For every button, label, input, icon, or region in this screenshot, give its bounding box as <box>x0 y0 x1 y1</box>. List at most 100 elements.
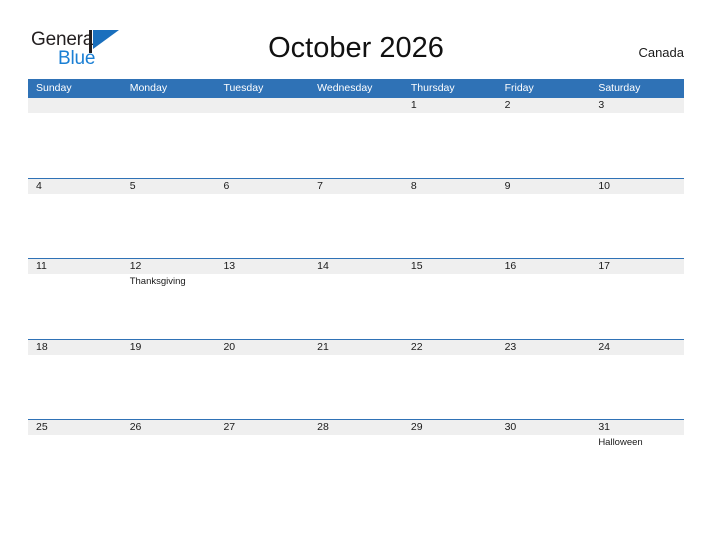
day-number[interactable]: 2 <box>497 98 591 113</box>
day-number[interactable]: 15 <box>403 259 497 274</box>
day-number[interactable]: 24 <box>590 340 684 355</box>
day-cell[interactable] <box>403 274 497 338</box>
day-number[interactable]: 5 <box>122 179 216 194</box>
day-number[interactable]: 30 <box>497 420 591 435</box>
week-daynumber-band: 4 5 6 7 8 9 10 <box>28 178 684 194</box>
day-number[interactable]: 17 <box>590 259 684 274</box>
week-row: 25 26 27 28 29 30 31 Halloween <box>28 419 684 500</box>
day-cell[interactable] <box>309 355 403 419</box>
day-number[interactable] <box>215 98 309 113</box>
day-number[interactable]: 11 <box>28 259 122 274</box>
page-title: October 2026 <box>268 32 444 64</box>
calendar-grid: Sunday Monday Tuesday Wednesday Thursday… <box>28 79 684 500</box>
weekday-header-sunday: Sunday <box>36 82 72 94</box>
day-cell[interactable] <box>28 355 122 419</box>
week-event-band <box>28 354 684 419</box>
day-cell[interactable] <box>403 113 497 177</box>
day-cell[interactable] <box>309 435 403 499</box>
day-cell[interactable] <box>403 355 497 419</box>
day-number[interactable]: 4 <box>28 179 122 194</box>
day-number[interactable]: 31 <box>590 420 684 435</box>
day-number[interactable]: 26 <box>122 420 216 435</box>
day-cell[interactable] <box>215 113 309 177</box>
day-number[interactable]: 8 <box>403 179 497 194</box>
week-daynumber-band: 18 19 20 21 22 23 24 <box>28 339 684 355</box>
week-event-band: Halloween <box>28 435 684 499</box>
day-number[interactable] <box>309 98 403 113</box>
day-cell[interactable] <box>403 194 497 258</box>
day-cell[interactable] <box>122 113 216 177</box>
weekday-header-saturday: Saturday <box>598 82 641 94</box>
day-cell[interactable] <box>122 194 216 258</box>
week-row: 1 2 3 <box>28 97 684 178</box>
week-daynumber-band: 11 12 13 14 15 16 17 <box>28 259 684 274</box>
event-label: Halloween <box>598 437 643 448</box>
day-number[interactable]: 25 <box>28 420 122 435</box>
day-number[interactable]: 1 <box>403 98 497 113</box>
day-cell[interactable] <box>497 355 591 419</box>
weekday-header-friday: Friday <box>504 82 534 94</box>
day-number[interactable]: 20 <box>215 340 309 355</box>
day-cell[interactable] <box>215 435 309 499</box>
day-number[interactable]: 21 <box>309 340 403 355</box>
day-number[interactable] <box>28 98 122 113</box>
page-header: General Blue October 2026 Canada <box>0 0 712 76</box>
week-row: 18 19 20 21 22 23 24 <box>28 338 684 420</box>
day-cell[interactable] <box>122 435 216 499</box>
week-event-band: Thanksgiving <box>28 274 684 338</box>
day-number[interactable]: 12 <box>122 259 216 274</box>
week-row: 11 12 13 14 15 16 17 Thanksgiving <box>28 258 684 339</box>
weekday-header-monday: Monday <box>129 82 168 94</box>
day-cell[interactable] <box>309 194 403 258</box>
day-cell[interactable] <box>309 274 403 338</box>
day-cell[interactable] <box>590 194 684 258</box>
day-cell[interactable] <box>497 435 591 499</box>
day-number[interactable]: 18 <box>28 340 122 355</box>
day-cell[interactable] <box>28 194 122 258</box>
day-number[interactable]: 10 <box>590 179 684 194</box>
day-cell[interactable] <box>497 113 591 177</box>
day-cell[interactable] <box>403 435 497 499</box>
day-number[interactable]: 28 <box>309 420 403 435</box>
day-number[interactable]: 3 <box>590 98 684 113</box>
day-number[interactable]: 22 <box>403 340 497 355</box>
day-cell[interactable] <box>590 113 684 177</box>
day-cell[interactable] <box>28 274 122 338</box>
weekday-header-wednesday: Wednesday <box>317 82 373 94</box>
day-number[interactable]: 23 <box>497 340 591 355</box>
weekday-header-thursday: Thursday <box>410 82 455 94</box>
day-number[interactable]: 16 <box>497 259 591 274</box>
day-number[interactable] <box>122 98 216 113</box>
week-daynumber-band: 1 2 3 <box>28 98 684 113</box>
day-cell[interactable] <box>215 274 309 338</box>
day-number[interactable]: 27 <box>215 420 309 435</box>
day-number[interactable]: 29 <box>403 420 497 435</box>
day-cell[interactable]: Halloween <box>590 435 684 499</box>
logo-word-blue: Blue <box>58 48 96 69</box>
day-cell[interactable] <box>309 113 403 177</box>
weekday-header-row: Sunday Monday Tuesday Wednesday Thursday… <box>28 79 684 97</box>
week-row: 4 5 6 7 8 9 10 <box>28 177 684 259</box>
day-cell[interactable] <box>590 355 684 419</box>
country-label: Canada <box>638 45 684 60</box>
weekday-header-tuesday: Tuesday <box>223 82 264 94</box>
week-event-band <box>28 113 684 177</box>
day-number[interactable]: 6 <box>215 179 309 194</box>
day-cell[interactable] <box>122 355 216 419</box>
day-cell[interactable] <box>28 435 122 499</box>
day-cell[interactable] <box>497 274 591 338</box>
day-cell[interactable] <box>215 355 309 419</box>
event-label: Thanksgiving <box>129 276 186 287</box>
day-number[interactable]: 13 <box>215 259 309 274</box>
week-event-band <box>28 193 684 258</box>
day-cell[interactable]: Thanksgiving <box>122 274 216 338</box>
day-cell[interactable] <box>28 113 122 177</box>
day-number[interactable]: 7 <box>309 179 403 194</box>
day-cell[interactable] <box>215 194 309 258</box>
day-number[interactable]: 19 <box>122 340 216 355</box>
day-cell[interactable] <box>497 194 591 258</box>
day-cell[interactable] <box>590 274 684 338</box>
day-number[interactable]: 14 <box>309 259 403 274</box>
week-daynumber-band: 25 26 27 28 29 30 31 <box>28 420 684 435</box>
day-number[interactable]: 9 <box>497 179 591 194</box>
